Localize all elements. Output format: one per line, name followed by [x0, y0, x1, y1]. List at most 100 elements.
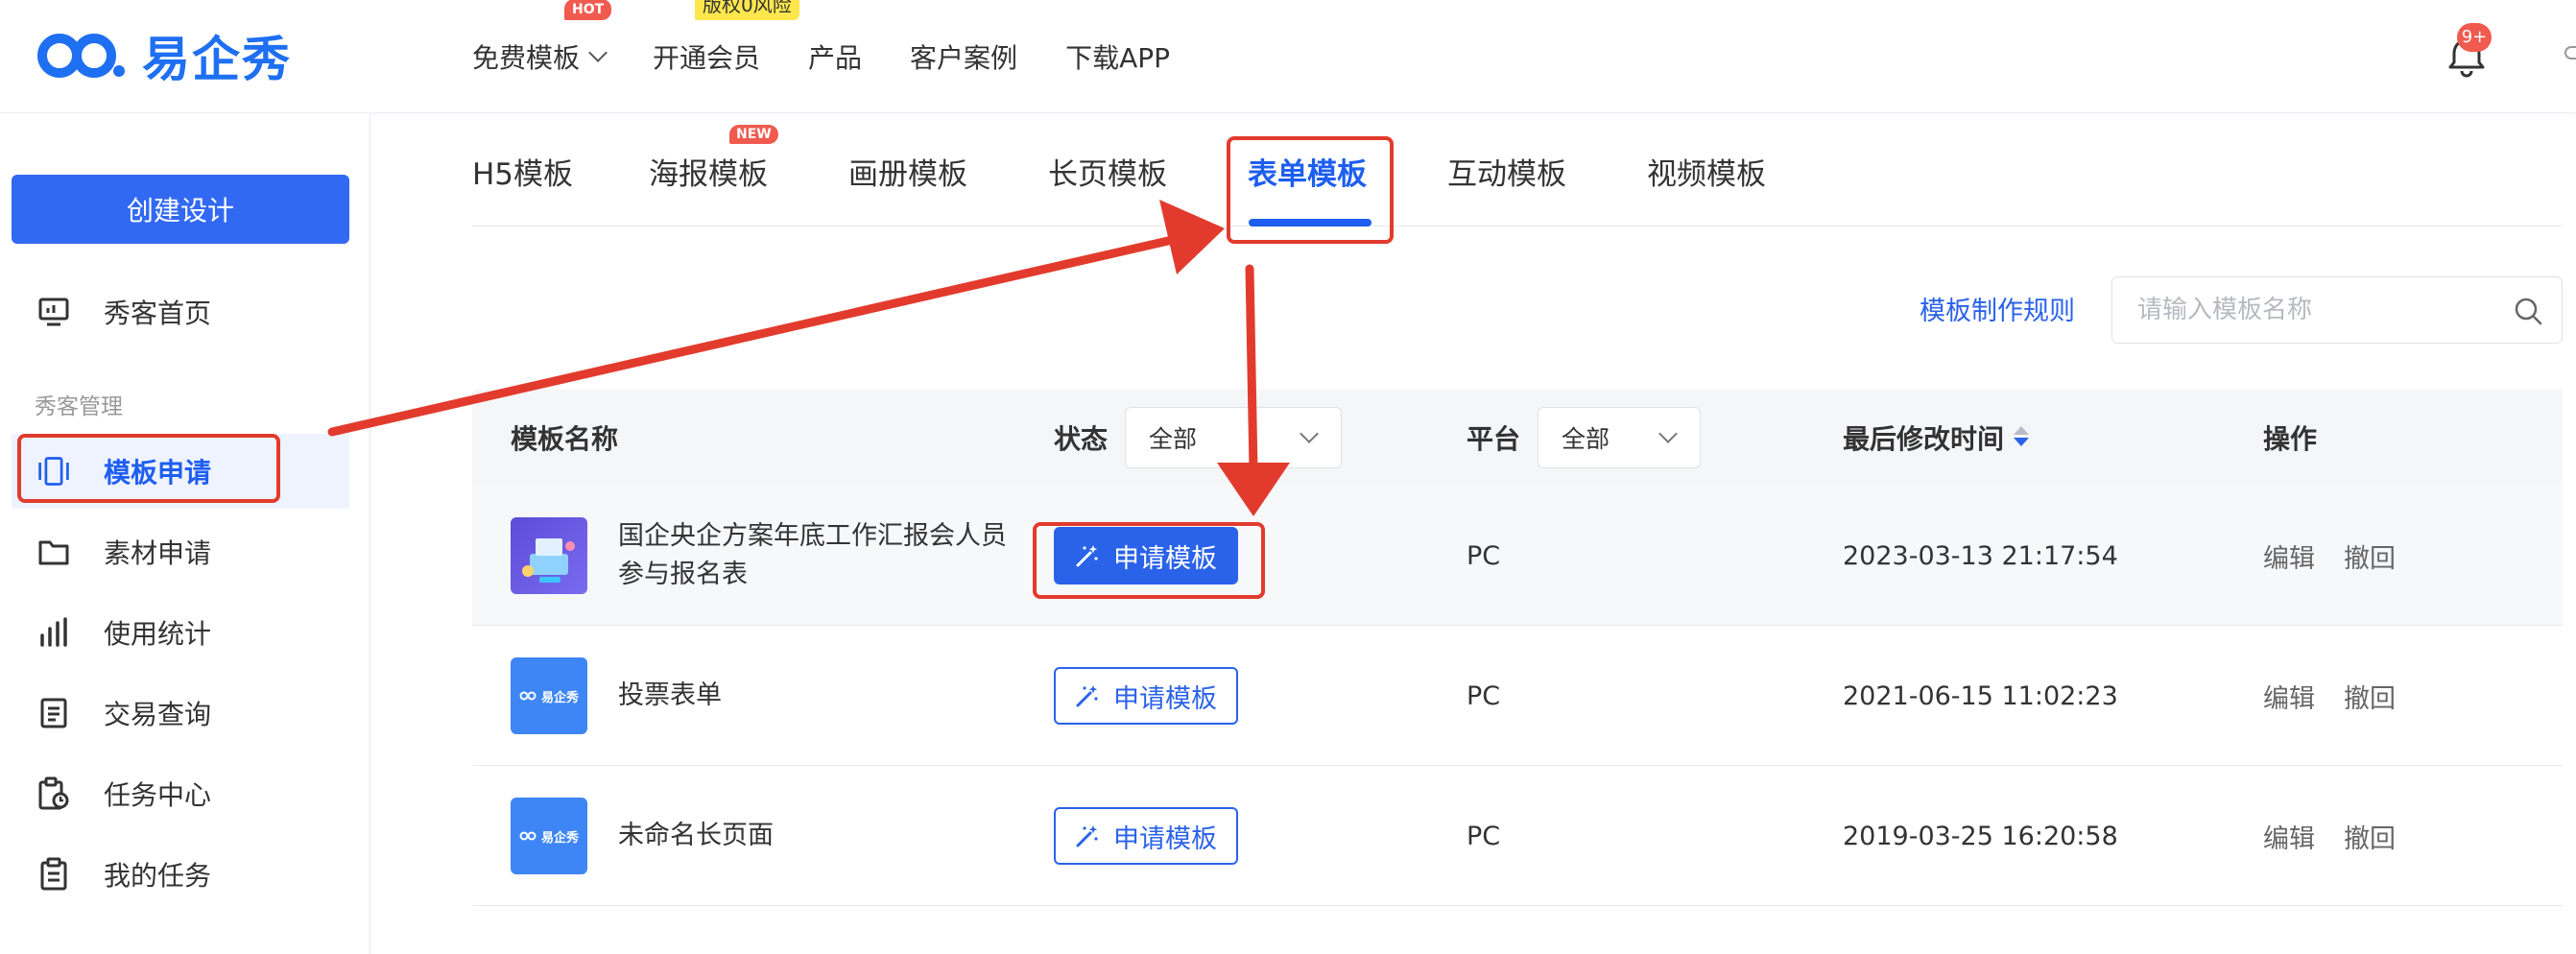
template-thumbnail[interactable]: 易企秀 [511, 657, 587, 734]
platform-cell: PC [1467, 821, 1501, 851]
brand-logo[interactable]: 易企秀 [35, 27, 292, 87]
column-header-status: 状态 [1054, 423, 1109, 455]
sidebar-item-task-center[interactable]: 任务中心 [12, 756, 349, 831]
document-icon [36, 696, 71, 730]
chevron-down-icon [1300, 424, 1319, 443]
logo-mark-icon [519, 691, 537, 701]
column-header-platform: 平台 [1467, 423, 1521, 455]
logo-mark-icon [519, 831, 537, 841]
tab-album[interactable]: 画册模板 [848, 150, 967, 193]
status-filter-select[interactable]: 全部 [1125, 407, 1342, 468]
template-name: 国企央企方案年底工作汇报会人员参与报名表 [618, 521, 1007, 589]
sidebar-item-home[interactable]: 秀客首页 [12, 274, 349, 349]
top-nav: 免费模板 HOT 开通会员 版权0风险 产品 客户案例 下载APP [472, 0, 1218, 113]
template-table: 模板名称 状态 全部 平台 全部 最后修改时间 操作 国企央企方案年底工作汇报会… [472, 390, 2563, 906]
sidebar-section-title: 秀客管理 [35, 394, 123, 419]
create-design-button[interactable]: 创建设计 [12, 175, 349, 244]
apply-template-label: 申请模板 [1113, 543, 1217, 574]
status-filter-value: 全部 [1149, 425, 1198, 453]
apply-template-label: 申请模板 [1113, 683, 1217, 714]
nav-membership[interactable]: 开通会员 版权0风险 [653, 0, 799, 76]
template-thumbnail[interactable]: 易企秀 [511, 798, 587, 874]
apply-template-label: 申请模板 [1113, 823, 1217, 854]
edge-scroll-handle [2564, 46, 2576, 60]
modified-time-cell: 2021-06-15 11:02:23 [1843, 680, 2118, 711]
dashboard-icon [36, 295, 71, 329]
tab-video[interactable]: 视频模板 [1647, 150, 1766, 193]
notification-count-badge: 9+ [2457, 23, 2492, 52]
edit-link[interactable]: 编辑 [2263, 626, 2315, 766]
column-header-name: 模板名称 [511, 423, 619, 455]
sidebar-item-label: 模板申请 [104, 457, 212, 489]
tab-poster[interactable]: 海报模板 [649, 150, 768, 193]
nav-free-templates[interactable]: 免费模板 HOT [472, 0, 612, 76]
nav-products[interactable]: 产品 [808, 37, 862, 76]
sidebar-item-label: 使用统计 [104, 618, 212, 650]
platform-filter-select[interactable]: 全部 [1538, 407, 1701, 468]
tab-form[interactable]: 表单模板 [1248, 150, 1367, 193]
task-clock-icon [36, 776, 71, 811]
sidebar-item-template-apply[interactable]: 模板申请 [12, 434, 349, 509]
modified-time-cell: 2019-03-25 16:20:58 [1843, 821, 2118, 851]
tab-long-page[interactable]: 长页模板 [1048, 150, 1167, 193]
column-header-actions: 操作 [2263, 423, 2318, 455]
logo-mark-icon [36, 34, 125, 78]
sidebar-item-label: 秀客首页 [104, 298, 212, 329]
search-icon[interactable] [2512, 295, 2544, 327]
thumbnail-brand-text: 易企秀 [540, 830, 579, 846]
nav-item-label: 产品 [808, 42, 863, 74]
brand-name: 易企秀 [142, 32, 292, 87]
table-row: 易企秀 未命名长页面 申请模板 PC 2019-03-25 16:20:58 编… [472, 766, 2563, 906]
nav-item-label: 开通会员 [653, 42, 761, 74]
edit-link[interactable]: 编辑 [2263, 766, 2315, 906]
new-badge: NEW [729, 125, 778, 144]
sidebar-item-transactions[interactable]: 交易查询 [12, 676, 349, 751]
sidebar-item-usage-stats[interactable]: 使用统计 [12, 595, 349, 670]
active-tab-indicator [1249, 219, 1371, 227]
sidebar-item-my-tasks[interactable]: 我的任务 [12, 837, 349, 912]
platform-cell: PC [1467, 540, 1501, 571]
revoke-link[interactable]: 撤回 [2344, 486, 2396, 626]
platform-cell: PC [1467, 680, 1501, 711]
apply-template-button[interactable]: 申请模板 [1054, 807, 1238, 865]
revoke-link[interactable]: 撤回 [2344, 626, 2396, 766]
apply-template-button[interactable]: 申请模板 [1054, 527, 1238, 584]
apply-template-button[interactable]: 申请模板 [1054, 667, 1238, 725]
magic-wand-icon [1076, 825, 1098, 847]
modified-time-cell: 2023-03-13 21:17:54 [1843, 540, 2118, 571]
template-name: 未命名长页面 [618, 821, 774, 850]
template-icon [36, 454, 71, 489]
column-header-modified-label: 最后修改时间 [1843, 423, 2005, 455]
edit-link[interactable]: 编辑 [2263, 486, 2315, 626]
nav-download-app[interactable]: 下载APP [1065, 37, 1170, 76]
tab-interactive[interactable]: 互动模板 [1447, 150, 1566, 193]
thumbnail-logo: 易企秀 [519, 827, 579, 846]
chevron-down-icon [588, 43, 608, 62]
copyright-badge: 版权0风险 [695, 0, 799, 20]
sidebar-item-label: 交易查询 [104, 699, 212, 730]
sidebar-item-label: 任务中心 [104, 779, 212, 811]
table-header: 模板名称 状态 全部 平台 全部 最后修改时间 操作 [472, 390, 2563, 486]
nav-cases[interactable]: 客户案例 [910, 37, 1017, 76]
sidebar-item-material-apply[interactable]: 素材申请 [12, 514, 349, 589]
search-input[interactable] [2137, 293, 2483, 327]
template-rules-link[interactable]: 模板制作规则 [1920, 290, 2075, 327]
revoke-link[interactable]: 撤回 [2344, 766, 2396, 906]
search-box [2111, 276, 2563, 344]
folder-icon [36, 535, 71, 569]
nav-item-label: 下载APP [1065, 42, 1170, 74]
thumbnail-logo: 易企秀 [519, 687, 579, 705]
table-row: 易企秀 投票表单 申请模板 PC 2021-06-15 11:02:23 编辑 … [472, 626, 2563, 766]
magic-wand-icon [1076, 545, 1098, 567]
template-type-tabs: H5模板 海报模板 画册模板 长页模板 表单模板 互动模板 视频模板 [472, 125, 2563, 227]
clipboard-icon [36, 857, 71, 892]
column-header-modified[interactable]: 最后修改时间 [1843, 390, 2030, 486]
magic-wand-icon [1076, 685, 1098, 707]
template-thumbnail[interactable] [511, 517, 587, 594]
sidebar-item-label: 素材申请 [104, 537, 212, 569]
tab-h5[interactable]: H5模板 [472, 150, 573, 193]
platform-filter-value: 全部 [1562, 425, 1610, 453]
sort-icon[interactable] [2014, 426, 2030, 449]
hot-badge: HOT [564, 0, 612, 20]
template-name: 投票表单 [618, 680, 722, 710]
